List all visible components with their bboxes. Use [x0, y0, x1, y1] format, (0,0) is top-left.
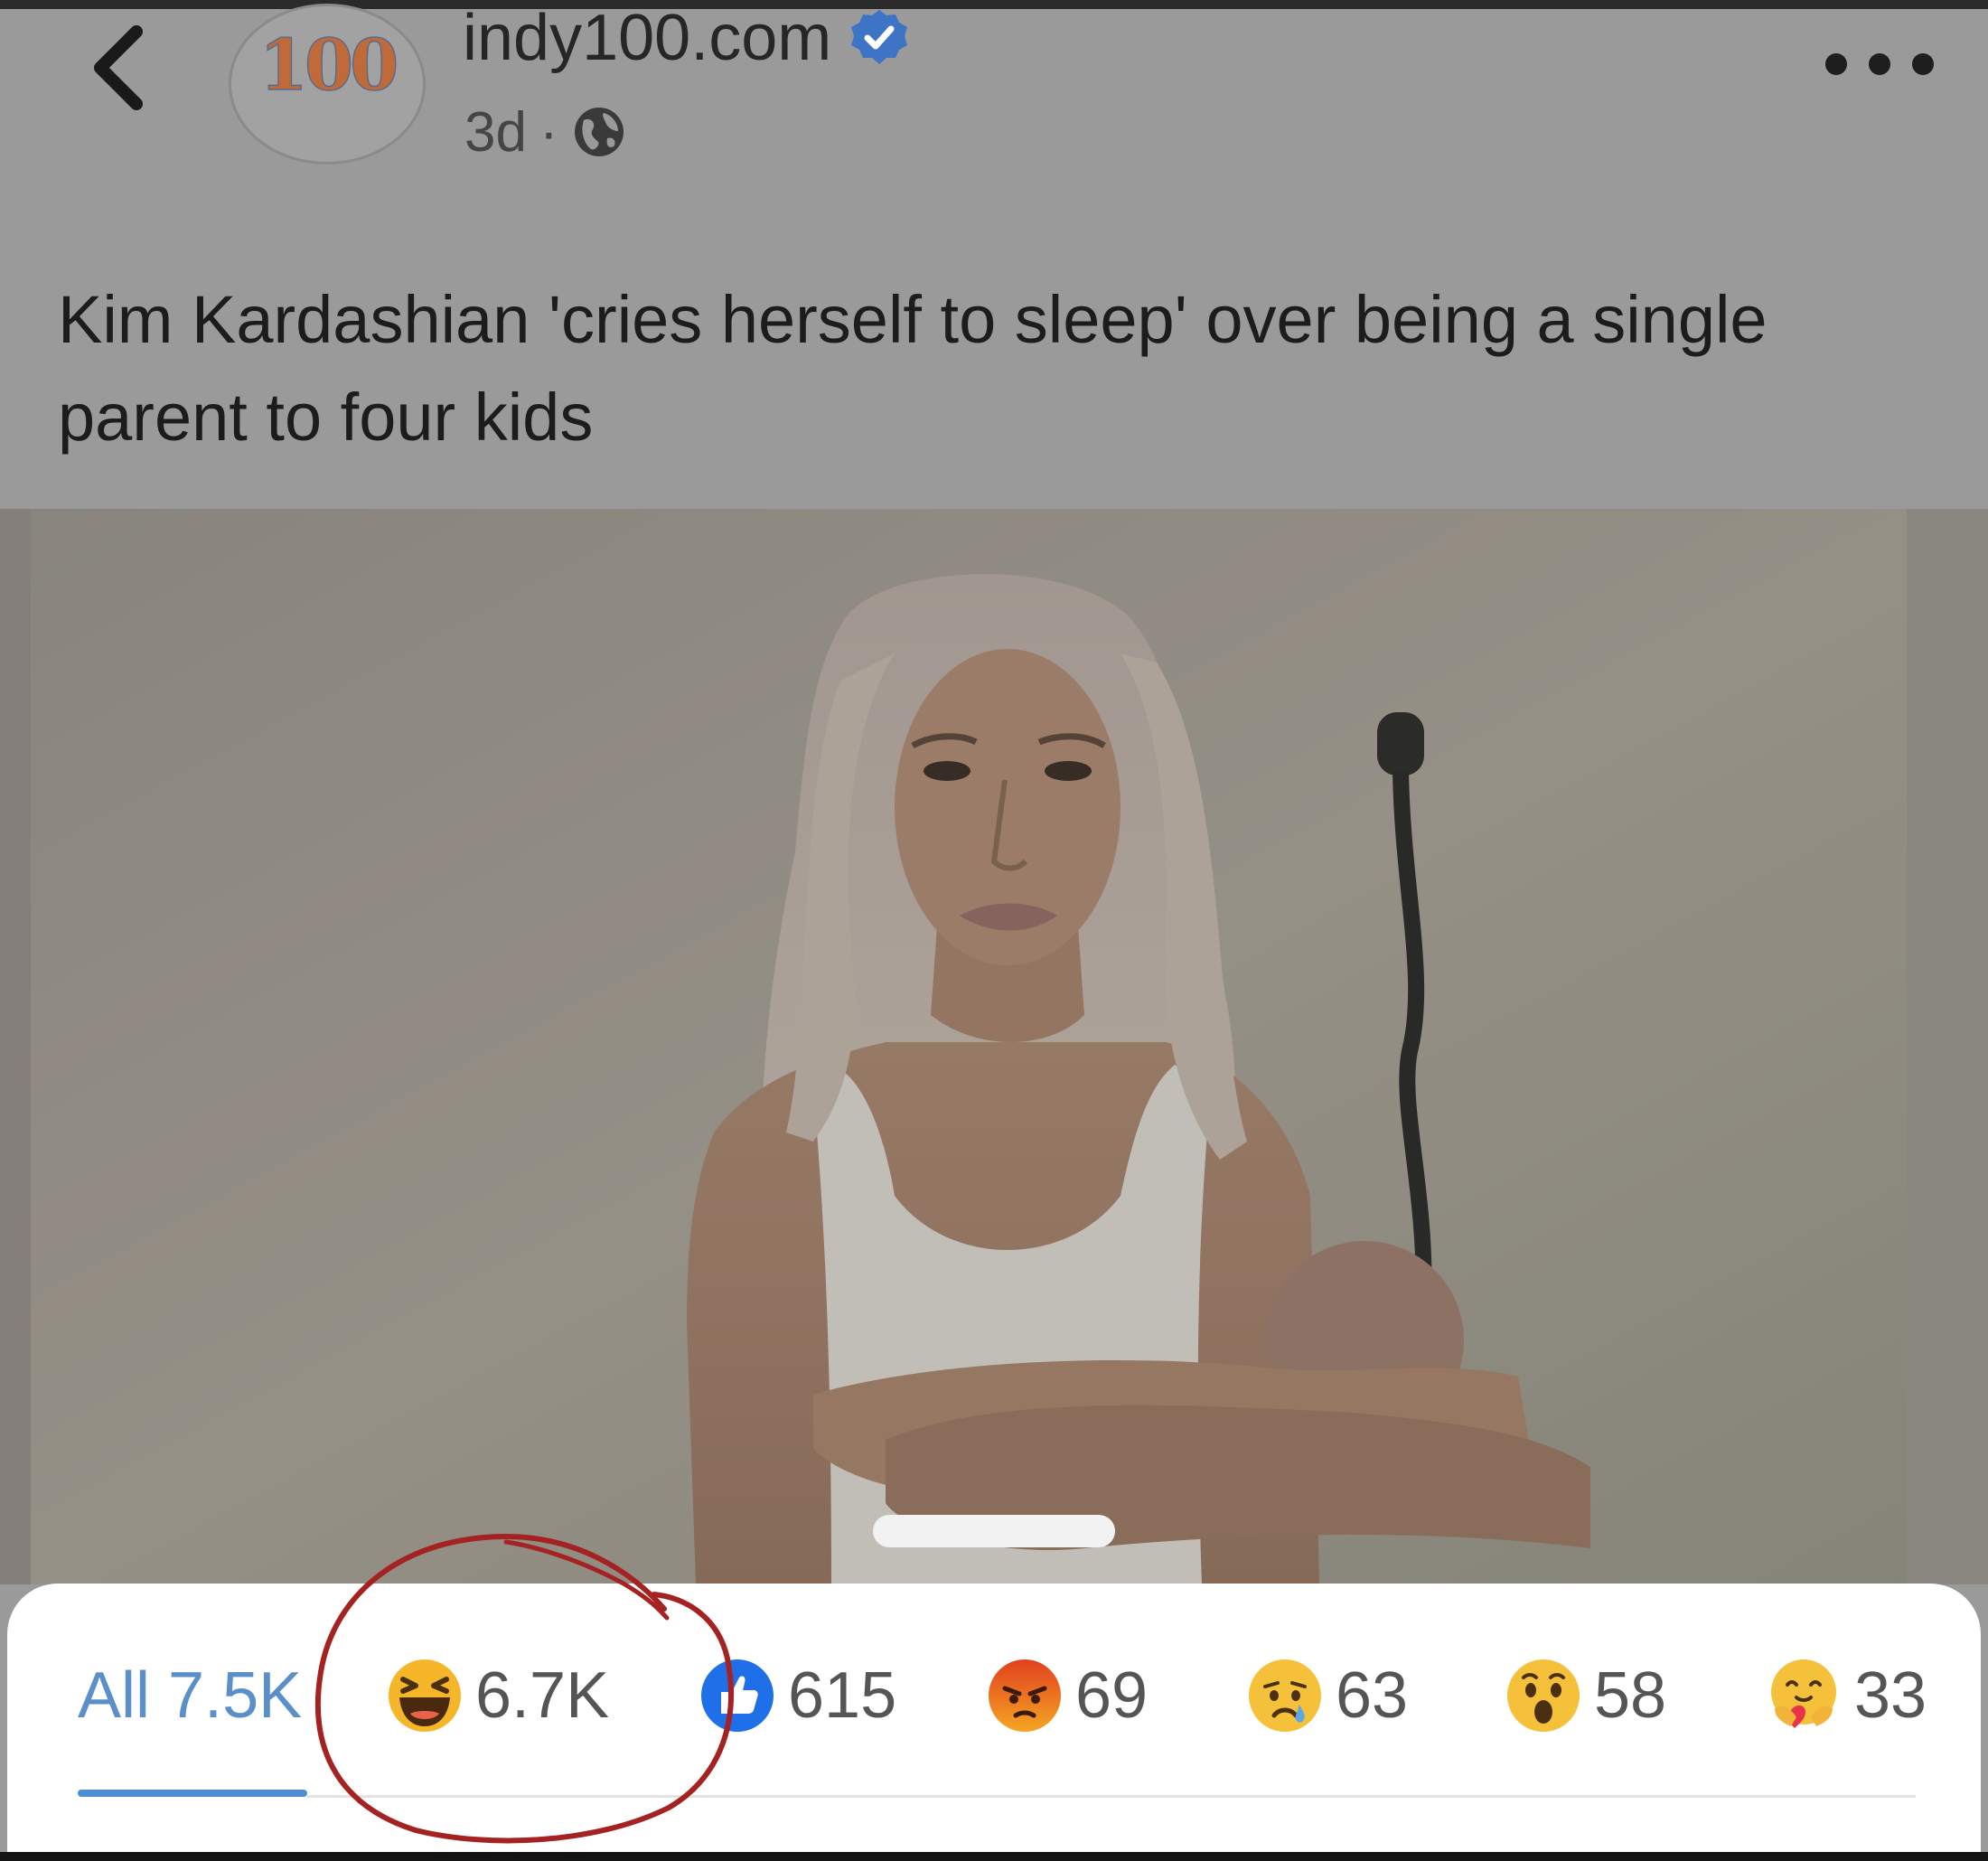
active-tab-indicator [78, 1790, 307, 1797]
tab-all-label: All [78, 1659, 151, 1732]
care-emoji-icon [1771, 1659, 1836, 1728]
meta-separator: · [539, 100, 558, 164]
avatar-logo-text: 100 [259, 24, 397, 107]
more-options-button[interactable] [1825, 33, 1934, 96]
tab-angry-count: 69 [1075, 1659, 1149, 1732]
sheet-drag-handle[interactable] [873, 1515, 1115, 1547]
crying-emoji-icon [1249, 1659, 1321, 1732]
tab-all-count: 7.5K [168, 1659, 303, 1732]
laughing-emoji-icon [389, 1659, 461, 1732]
more-dot [1825, 53, 1847, 75]
globe-icon [574, 108, 624, 156]
tab-care[interactable]: 33 [1766, 1654, 1927, 1737]
tab-like[interactable]: 615 [699, 1654, 896, 1737]
verified-badge-icon [851, 10, 908, 64]
post-photo[interactable] [0, 509, 1988, 1584]
surprised-emoji-icon [1507, 1659, 1580, 1732]
tab-haha-count: 6.7K [475, 1659, 610, 1732]
more-dot [1912, 53, 1934, 75]
page-name-link[interactable]: indy100.com [463, 0, 909, 76]
post-screen: 100 indy100.com 3d · Kim Kardashian 'cri… [0, 0, 1988, 1861]
post-timestamp[interactable]: 3d [464, 100, 527, 164]
thumbs-up-icon [701, 1659, 774, 1732]
tab-all-reactions[interactable]: All 7.5K [78, 1654, 302, 1737]
more-dot [1869, 53, 1890, 75]
bottom-edge [0, 1852, 1988, 1861]
page-avatar[interactable]: 100 [229, 4, 426, 164]
post-meta: 3d · [464, 99, 627, 164]
tab-wow[interactable]: 58 [1505, 1654, 1666, 1737]
tab-wow-count: 58 [1594, 1659, 1667, 1732]
tab-angry[interactable]: 69 [987, 1654, 1148, 1737]
tab-sad-count: 63 [1336, 1659, 1409, 1732]
tab-sad[interactable]: 63 [1247, 1654, 1408, 1737]
tab-like-count: 615 [788, 1659, 897, 1732]
photo-shade [0, 509, 1988, 1584]
back-button[interactable] [72, 18, 163, 117]
angry-emoji-icon [989, 1659, 1061, 1732]
tab-care-count: 33 [1854, 1659, 1927, 1732]
page-name[interactable]: indy100.com [463, 1, 831, 75]
chevron-left-icon [94, 25, 143, 110]
tab-haha[interactable]: 6.7K [387, 1654, 609, 1737]
post-headline[interactable]: Kim Kardashian 'cries herself to sleep' … [58, 271, 1937, 466]
tab-track [307, 1795, 1916, 1798]
